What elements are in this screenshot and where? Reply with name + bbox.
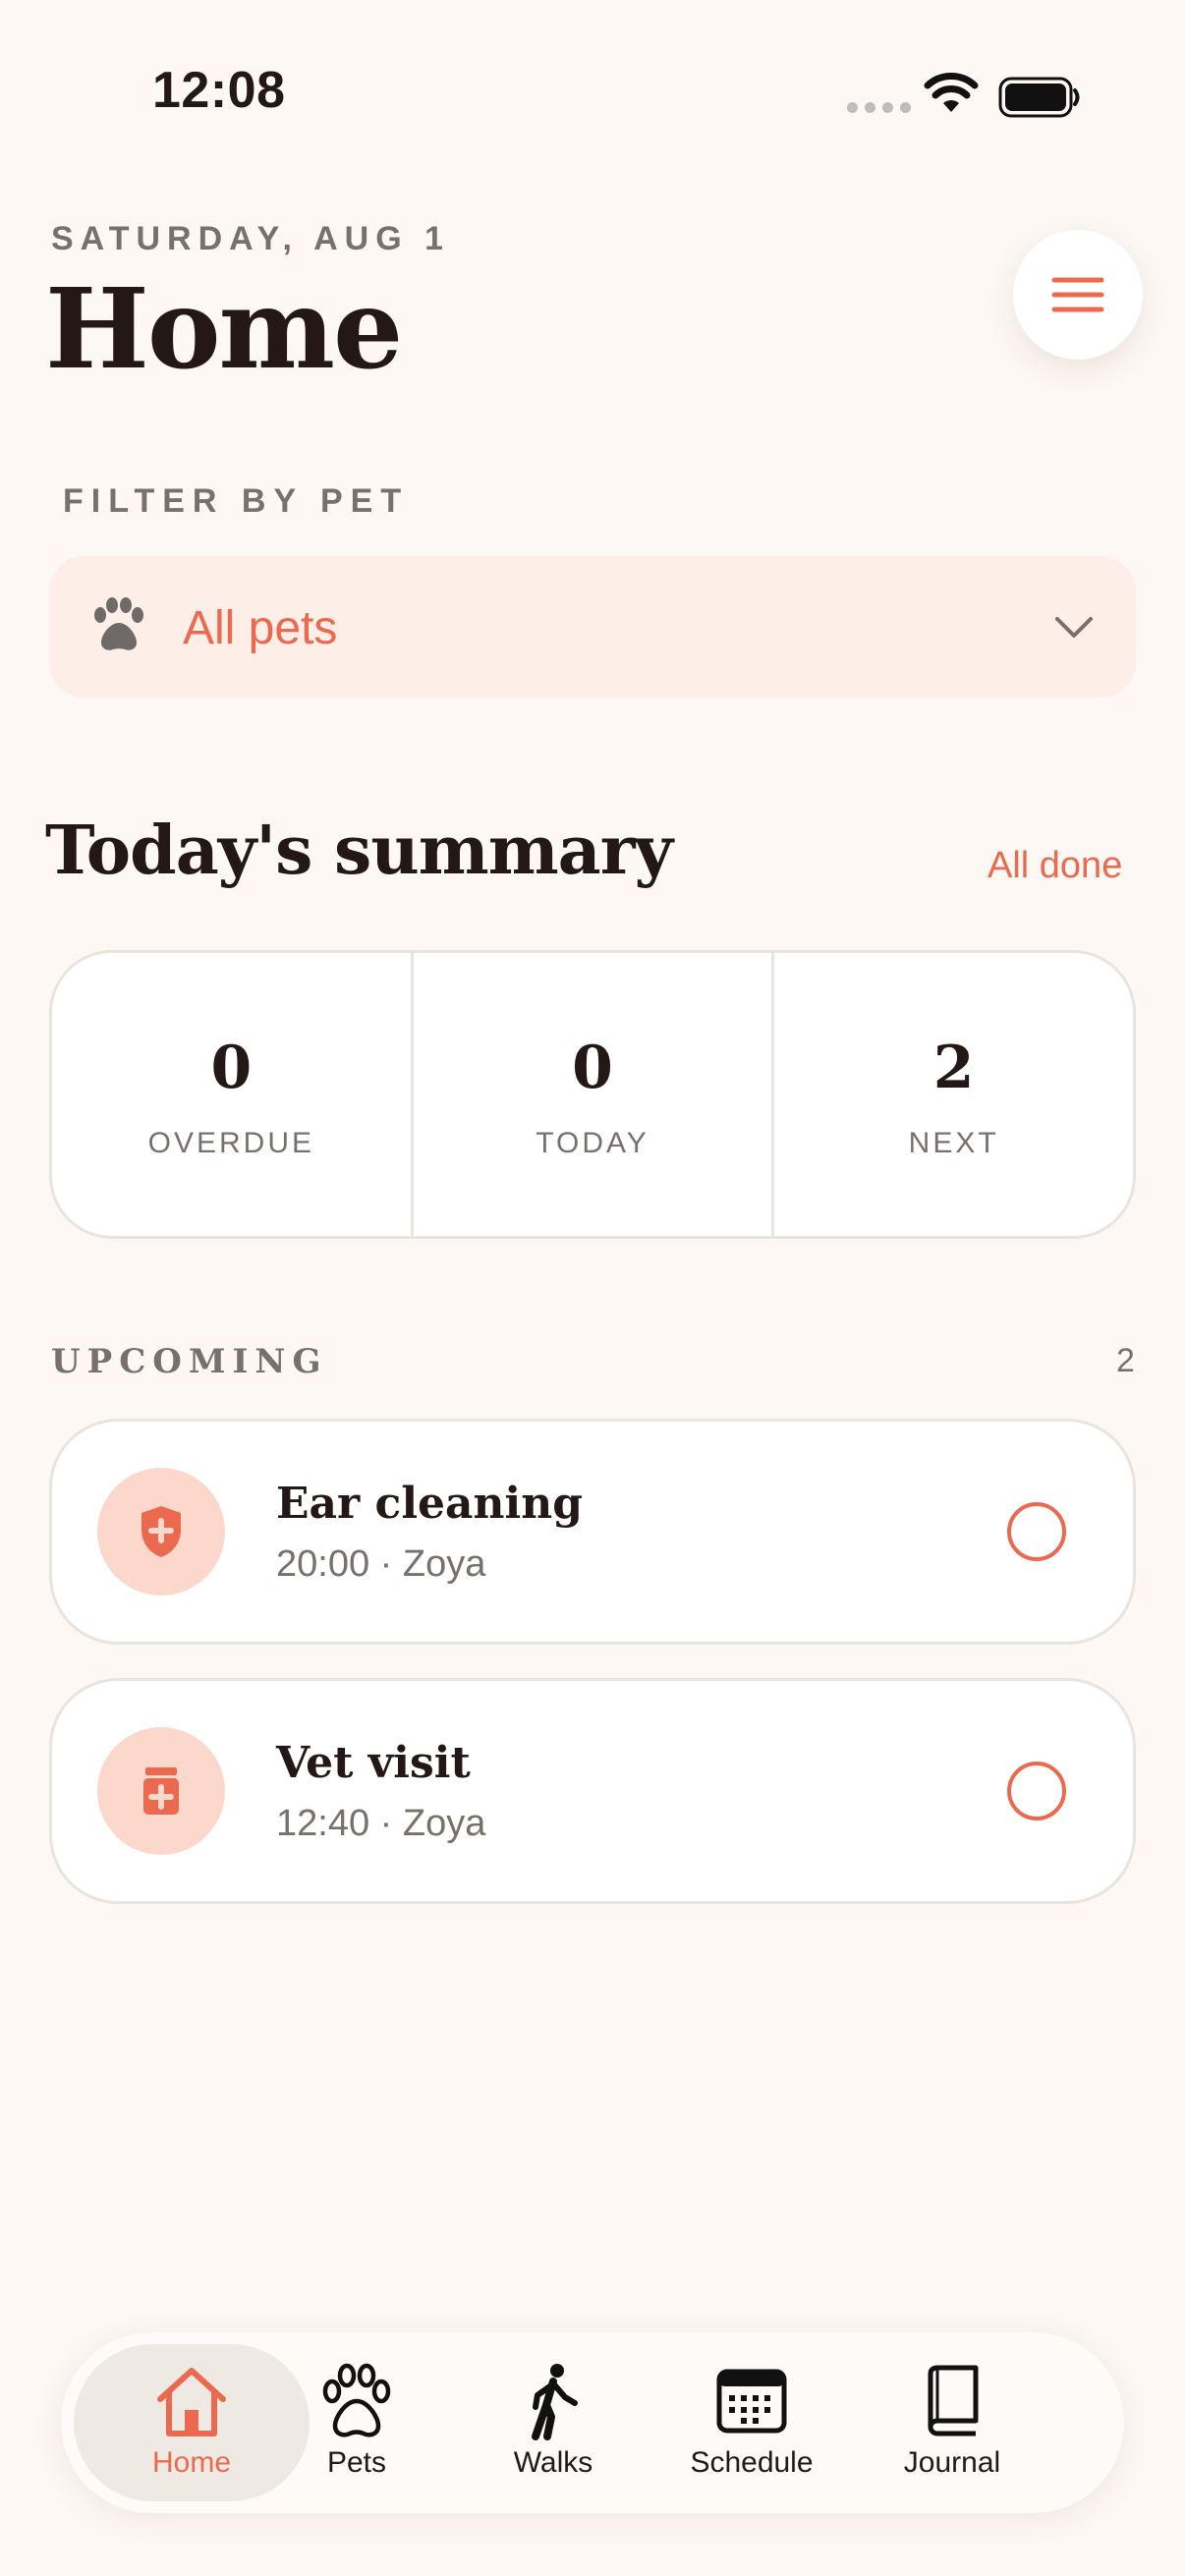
medicine-bottle-icon [143,1767,179,1815]
task-card[interactable]: Vet visit 12:40 · Zoya [49,1678,1136,1904]
home-icon [157,2368,226,2436]
paw-icon [94,597,143,650]
tab-label: Walks [513,2446,593,2479]
task-card[interactable]: Ear cleaning 20:00 · Zoya [49,1419,1136,1645]
book-icon [928,2365,979,2436]
stat-overdue[interactable]: 0 OVERDUE [52,953,411,1236]
stat-label: OVERDUE [147,1127,315,1159]
tab-journal[interactable]: Journal [878,2342,1026,2503]
cellular-signal-icon [847,102,911,113]
tab-label: Journal [903,2446,1001,2479]
menu-button[interactable] [1013,230,1143,360]
date-label: SATURDAY, AUG 1 [51,220,451,257]
stat-today[interactable]: 0 TODAY [410,953,772,1236]
battery-icon [998,77,1080,118]
tab-pets[interactable]: Pets [303,2342,411,2503]
walking-person-icon [532,2364,578,2440]
filter-label: FILTER BY PET [63,482,410,520]
task-complete-checkbox[interactable] [1007,1502,1066,1561]
tab-label: Home [151,2446,232,2479]
task-icon-badge [97,1727,225,1855]
stat-label: TODAY [536,1127,649,1159]
tab-home[interactable]: Home [100,2342,283,2503]
pet-filter-value: All pets [183,602,338,654]
task-subtitle: 20:00 · Zoya [276,1543,486,1585]
tab-label: Pets [326,2446,387,2479]
task-title: Ear cleaning [276,1479,584,1529]
summary-title: Today's summary [45,812,673,890]
stat-label: NEXT [908,1127,999,1159]
stat-next[interactable]: 2 NEXT [771,953,1133,1236]
tab-schedule[interactable]: Schedule [668,2342,835,2503]
tab-label: Schedule [690,2446,814,2479]
summary-card: 0 OVERDUE 0 TODAY 2 NEXT [49,950,1136,1239]
tab-bar: Home Pets Walks Schedule Journal [61,2332,1124,2513]
task-title: Vet visit [276,1738,471,1788]
tab-walks[interactable]: Walks [499,2342,607,2503]
calendar-icon [716,2369,787,2434]
stat-value: 0 [572,1034,613,1102]
stat-value: 2 [932,1034,975,1102]
paw-icon [322,2363,391,2437]
upcoming-label: UPCOMING [51,1342,328,1381]
chevron-down-icon [1055,617,1093,638]
shield-plus-icon [141,1506,181,1557]
page-title: Home [45,265,403,394]
task-complete-checkbox[interactable] [1007,1762,1066,1820]
status-time: 12:08 [152,62,286,119]
task-subtitle: 12:40 · Zoya [276,1803,486,1844]
stat-value: 0 [210,1034,253,1102]
hamburger-menu-icon [1051,277,1104,312]
summary-status[interactable]: All done [988,845,1122,887]
upcoming-count: 2 [1116,1342,1135,1379]
task-icon-badge [97,1468,225,1596]
wifi-icon [924,73,979,112]
